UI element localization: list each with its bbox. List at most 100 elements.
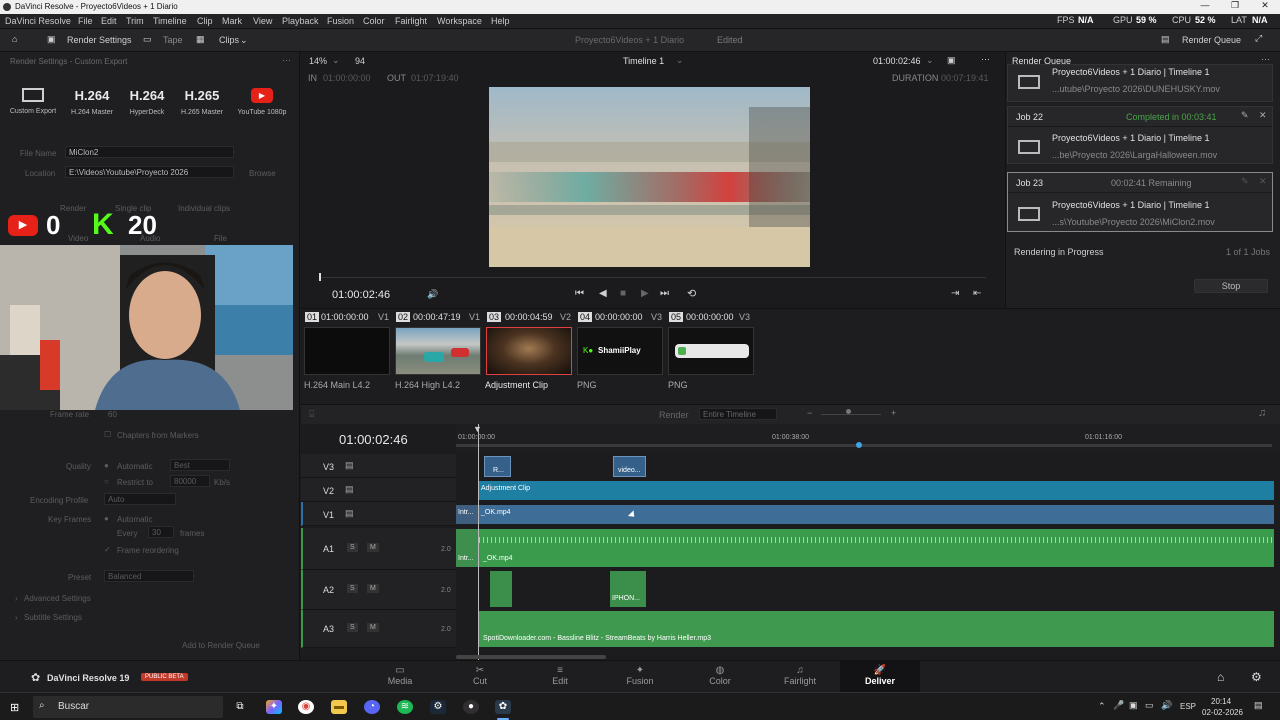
- mic-icon[interactable]: 🎤: [1113, 700, 1124, 711]
- keyframes-auto-radio[interactable]: ●: [104, 514, 109, 523]
- viewer-options-icon[interactable]: ▣: [947, 55, 956, 66]
- solo-button[interactable]: S: [347, 543, 358, 552]
- steam-icon[interactable]: ⚙: [430, 700, 446, 714]
- track-header-v3[interactable]: V3 ▤: [301, 454, 456, 478]
- menu-timeline[interactable]: Timeline: [153, 16, 187, 26]
- render-job-23[interactable]: Job 23 00:02:41 Remaining ✎ ✕ Proyecto6V…: [1007, 172, 1273, 232]
- timeline-ruler[interactable]: 01:00:00:00 01:00:38:00 01:01:16:00: [456, 424, 1280, 452]
- page-edit[interactable]: ≡ Edit: [530, 665, 590, 686]
- chevron-down-icon[interactable]: ⌄: [676, 55, 684, 66]
- render-job-22[interactable]: Job 22 Completed in 00:03:41 ✎ ✕ Proyect…: [1007, 106, 1273, 164]
- page-color[interactable]: ◍ Color: [690, 665, 750, 686]
- frame-reordering-checkbox[interactable]: ✓: [104, 545, 111, 554]
- track-header-a2[interactable]: A2 S M 2.0: [301, 570, 456, 610]
- clock-time[interactable]: 20:14: [1211, 697, 1231, 706]
- preset-custom-export[interactable]: Custom Export: [5, 88, 61, 115]
- add-to-render-queue-button[interactable]: Add to Render Queue: [182, 641, 260, 650]
- skip-start-icon[interactable]: ⏮: [575, 288, 584, 299]
- preset-hyperdeck[interactable]: H.264 HyperDeck: [122, 88, 172, 116]
- stop-icon[interactable]: ■: [620, 288, 626, 299]
- frame-rate-value[interactable]: 60: [108, 410, 117, 419]
- timeline-audio-a1-main[interactable]: _OK.mp4: [479, 529, 1274, 567]
- prev-mark-icon[interactable]: ⇤: [973, 288, 981, 299]
- timeline-clip-v3-a[interactable]: R...: [484, 456, 511, 477]
- viewer-scrubber[interactable]: [319, 277, 986, 278]
- menu-workspace[interactable]: Workspace: [437, 16, 482, 26]
- solo-button[interactable]: S: [347, 584, 358, 593]
- track-header-a1[interactable]: A1 S M 2.0: [301, 528, 456, 570]
- discord-icon[interactable]: ◔: [364, 700, 380, 714]
- close-icon[interactable]: ✕: [1259, 176, 1267, 187]
- edit-icon[interactable]: ✎: [1241, 176, 1249, 187]
- mute-button[interactable]: M: [367, 543, 379, 552]
- page-fairlight[interactable]: ♫ Fairlight: [770, 665, 830, 686]
- encoding-profile-select[interactable]: Auto: [104, 493, 176, 505]
- zoom-level[interactable]: 14%: [309, 56, 327, 66]
- render-queue-icon[interactable]: ▤: [1161, 34, 1170, 45]
- speaker-icon[interactable]: ▣: [1129, 700, 1138, 711]
- render-queue-button[interactable]: Render Queue: [1182, 35, 1241, 45]
- menu-mark[interactable]: Mark: [222, 16, 242, 26]
- taskbar-search[interactable]: ⌕ Buscar: [33, 696, 223, 718]
- chevron-down-icon[interactable]: ⌄: [332, 55, 340, 66]
- music-note-icon[interactable]: ♫: [1258, 407, 1266, 419]
- zoom-in-icon[interactable]: +: [891, 408, 896, 418]
- restrict-radio[interactable]: ○: [104, 477, 109, 486]
- battery-icon[interactable]: ▭: [1145, 700, 1154, 711]
- browse-button[interactable]: Browse: [249, 169, 276, 178]
- menu-color[interactable]: Color: [363, 16, 385, 26]
- maximize-button[interactable]: ❐: [1220, 0, 1250, 14]
- timeline-audio-a2-iphone[interactable]: IPHON...: [610, 571, 646, 607]
- track-header-v2[interactable]: V2 ▤: [301, 478, 456, 502]
- individual-clips-option[interactable]: Individual clips: [178, 204, 230, 213]
- preset-youtube[interactable]: ▶ YouTube 1080p: [232, 88, 292, 116]
- timeline-clip-v1-intro[interactable]: Intr...: [456, 505, 478, 524]
- menu-fairlight[interactable]: Fairlight: [395, 16, 427, 26]
- windows-start-icon[interactable]: ⊞: [10, 701, 19, 714]
- menu-davinci[interactable]: DaVinci Resolve: [5, 16, 71, 26]
- viewer-playhead[interactable]: [319, 273, 321, 281]
- preset-h265-master[interactable]: H.265 H.265 Master: [176, 88, 228, 116]
- menu-playback[interactable]: Playback: [282, 16, 319, 26]
- tape-icon[interactable]: ▭: [143, 34, 152, 45]
- close-icon[interactable]: ✕: [1259, 110, 1267, 121]
- render-job-prev[interactable]: Proyecto6Videos + 1 Diario | Timeline 1 …: [1007, 64, 1273, 102]
- page-deliver[interactable]: 🚀 Deliver: [840, 661, 920, 692]
- film-strip-icon[interactable]: ▤: [345, 508, 354, 519]
- chevron-down-icon[interactable]: ⌄: [240, 35, 248, 46]
- render-settings-button[interactable]: Render Settings: [67, 35, 132, 45]
- volume-icon[interactable]: 🔊: [427, 289, 438, 300]
- quality-auto-radio[interactable]: ●: [104, 461, 109, 470]
- timeline-audio-a1-intro[interactable]: Intr...: [456, 529, 478, 567]
- location-input[interactable]: E:\Videos\Youtube\Proyecto 2026: [65, 166, 234, 178]
- skip-end-icon[interactable]: ⏭: [660, 288, 669, 299]
- network-icon[interactable]: 🔊: [1161, 700, 1172, 711]
- menu-help[interactable]: Help: [491, 16, 510, 26]
- loop-icon[interactable]: ⟲: [687, 287, 696, 300]
- timeline-audio-a3-music[interactable]: SpotiDownloader.com - Bassline Blitz - S…: [479, 611, 1274, 647]
- gear-icon[interactable]: ⚙: [1251, 670, 1262, 684]
- play-icon[interactable]: ▶: [641, 288, 649, 299]
- preset-select[interactable]: Balanced: [104, 570, 194, 582]
- step-back-icon[interactable]: ◀: [599, 288, 607, 299]
- menu-view[interactable]: View: [253, 16, 272, 26]
- edit-icon[interactable]: ✎: [1241, 110, 1249, 121]
- clips-icon[interactable]: ▦: [196, 34, 205, 45]
- playhead-handle[interactable]: ▼: [473, 424, 482, 434]
- minimize-button[interactable]: —: [1190, 0, 1220, 14]
- page-media[interactable]: ▭ Media: [370, 665, 430, 686]
- solo-button[interactable]: S: [347, 623, 358, 632]
- quality-select[interactable]: Best: [170, 459, 230, 471]
- tape-button[interactable]: Tape: [163, 35, 183, 45]
- chevron-up-icon[interactable]: ⌃: [1098, 701, 1106, 712]
- clips-button[interactable]: Clips: [219, 35, 239, 45]
- davinci-taskbar-icon[interactable]: ✿: [495, 700, 511, 714]
- advanced-settings-toggle[interactable]: Advanced Settings: [24, 594, 91, 603]
- subtitle-settings-toggle[interactable]: Subtitle Settings: [24, 613, 82, 622]
- language-indicator[interactable]: ESP: [1180, 702, 1196, 711]
- tab-file[interactable]: File: [214, 234, 227, 243]
- timeline-name[interactable]: Timeline 1: [623, 56, 664, 66]
- menu-file[interactable]: File: [78, 16, 93, 26]
- page-fusion[interactable]: ✦ Fusion: [610, 665, 670, 686]
- timeline-clip-v1-main[interactable]: _OK.mp4: [479, 505, 1274, 524]
